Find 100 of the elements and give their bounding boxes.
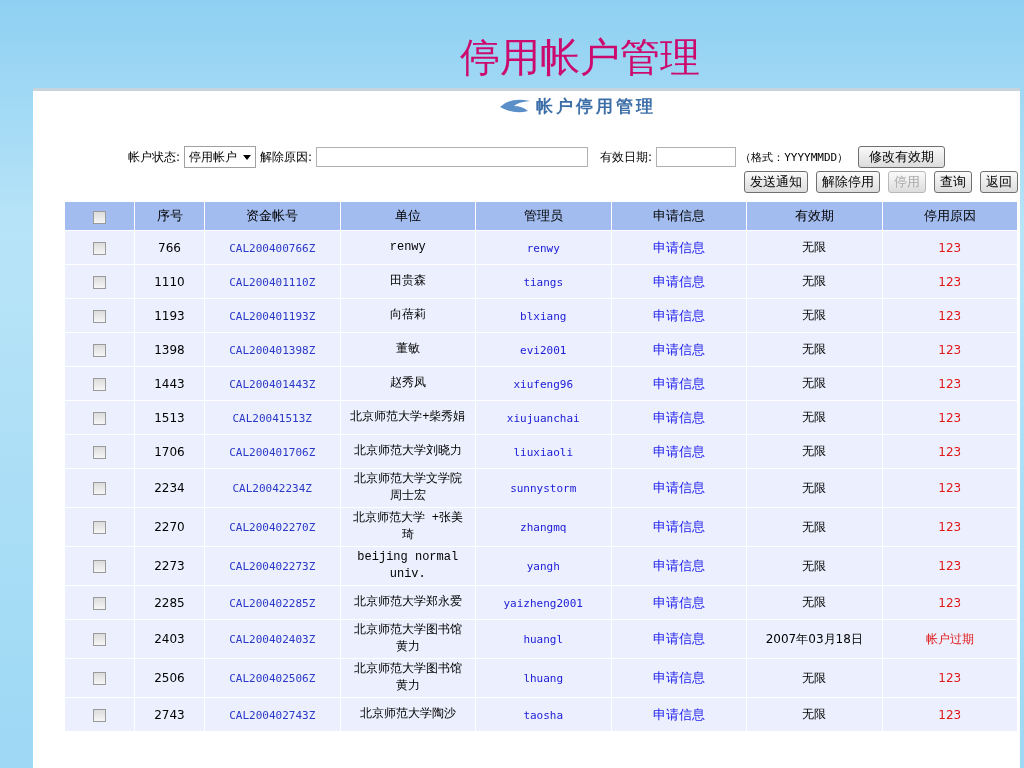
table-cell: 123 <box>938 410 962 425</box>
reason-label: 解除原因: <box>260 148 313 166</box>
column-header: 序号 <box>135 202 204 230</box>
table-cell-text: 北京师范大学图书馆黄力 <box>352 622 463 656</box>
column-header: 资金帐号 <box>205 202 340 230</box>
apply-info-link[interactable]: 申请信息 <box>652 443 705 459</box>
table-cell-text: 北京师范大学图书馆黄力 <box>352 661 463 695</box>
table-cell: 123 <box>938 274 962 289</box>
table-cell: 123 <box>938 481 962 495</box>
status-dropdown[interactable]: 停用帐户 <box>184 146 257 168</box>
admin-link[interactable]: liuxiaoli <box>513 445 574 459</box>
table-cell: 766 <box>158 240 181 255</box>
table-cell: 2273 <box>154 559 185 573</box>
apply-info-link[interactable]: 申请信息 <box>652 706 705 722</box>
table-cell: 1513 <box>154 410 185 425</box>
apply-info-link[interactable]: 申请信息 <box>652 341 705 357</box>
table-cell: 无限 <box>802 240 827 254</box>
column-header: 申请信息 <box>611 202 746 230</box>
table-cell-text: renwy <box>388 239 427 256</box>
table-cell: 123 <box>938 595 962 610</box>
table-cell-text: beijing normal univ. <box>356 549 460 583</box>
table-cell: 123 <box>938 308 962 323</box>
apply-info-link[interactable]: 申请信息 <box>652 375 705 391</box>
table-cell: 123 <box>938 520 962 534</box>
table-cell-text: 董敏 <box>394 341 421 358</box>
table-cell-text: 赵秀凤 <box>388 375 427 392</box>
apply-info-link[interactable]: 申请信息 <box>652 670 705 685</box>
slide-title: 停用帐户管理 <box>458 33 701 82</box>
action-button[interactable]: 返回 <box>980 171 1018 193</box>
table-cell: 2234 <box>154 481 185 495</box>
table-cell: 无限 <box>802 558 827 573</box>
table-cell: 1706 <box>154 444 185 459</box>
apply-info-link[interactable]: 申请信息 <box>652 239 705 255</box>
table-cell: 123 <box>938 444 962 459</box>
table-cell: 1193 <box>154 308 185 323</box>
table-cell: 无限 <box>802 670 827 685</box>
table-cell-text: 北京师范大学 +张美琦 <box>351 510 464 544</box>
table-cell: 北京师范大学+柴秀娟 <box>349 409 467 426</box>
admin-link[interactable]: zhangmq <box>520 521 567 534</box>
admin-link[interactable]: lhuang <box>523 672 564 685</box>
admin-link[interactable]: evi2001 <box>520 343 567 357</box>
apply-info-link[interactable]: 申请信息 <box>652 558 705 573</box>
action-button[interactable]: 解除停用 <box>816 171 880 193</box>
column-header: 单位 <box>340 202 475 230</box>
table-cell: 1110 <box>154 274 185 289</box>
action-button[interactable]: 发送通知 <box>744 171 808 193</box>
table-cell-text: 北京师范大学刘晓力 <box>352 443 463 460</box>
admin-link[interactable]: taosha <box>523 708 564 722</box>
table-cell: 123 <box>938 240 962 255</box>
table-cell: 123 <box>938 559 962 573</box>
column-header: 管理员 <box>476 202 611 230</box>
table-cell: 无限 <box>802 444 827 458</box>
table-cell: 无限 <box>802 595 827 609</box>
table-cell: 2285 <box>154 595 185 610</box>
admin-link[interactable]: tiangs <box>523 275 564 289</box>
apply-info-link[interactable]: 申请信息 <box>652 594 705 610</box>
table-cell: 2403 <box>154 632 185 646</box>
table-cell: 2506 <box>154 671 185 685</box>
apply-info-link[interactable]: 申请信息 <box>652 480 705 495</box>
table-cell-text: 北京师范大学文学院周士宏 <box>352 471 463 505</box>
column-header: 停用原因 <box>882 202 1017 230</box>
table-cell: 无限 <box>802 376 827 390</box>
table-cell: 无限 <box>802 480 827 495</box>
table-cell-text: 田贵森 <box>388 273 427 290</box>
table-cell: 123 <box>938 707 962 722</box>
table-cell: 无限 <box>802 342 827 356</box>
table-cell: 123 <box>938 376 962 391</box>
admin-link[interactable]: yangh <box>526 560 560 573</box>
table-cell: 无限 <box>802 707 827 721</box>
table-cell: 123 <box>938 342 962 357</box>
table-cell: 2007年03月18日 <box>765 631 863 646</box>
table-cell-text: 北京师范大学郑永爱 <box>352 594 463 611</box>
apply-info-link[interactable]: 申请信息 <box>652 409 705 425</box>
table-cell-text: 向蓓莉 <box>388 307 427 324</box>
table-cell: 无限 <box>802 274 827 288</box>
admin-link[interactable]: huangl <box>523 633 564 646</box>
apply-info-link[interactable]: 申请信息 <box>652 519 705 534</box>
admin-link[interactable]: blxiang <box>520 309 567 323</box>
apply-info-link[interactable]: 申请信息 <box>652 273 705 289</box>
action-button[interactable]: 查询 <box>934 171 972 193</box>
admin-link[interactable]: sunnystorm <box>510 482 577 495</box>
modify-validity-button[interactable]: 修改有效期 <box>858 146 946 168</box>
table-cell: 帐户过期 <box>925 631 974 646</box>
table-cell: 无限 <box>802 519 827 534</box>
admin-link[interactable]: xiufeng96 <box>513 377 574 391</box>
table-cell: 1398 <box>154 342 185 357</box>
table-cell: 2270 <box>154 520 185 534</box>
panel-title: 帐户停用管理 <box>535 94 656 118</box>
date-label: 有效日期: <box>600 148 653 166</box>
table-cell: 2743 <box>154 707 185 722</box>
admin-link[interactable]: renwy <box>526 241 560 255</box>
format-hint: （格式：YYYYMMDD） <box>740 149 849 165</box>
apply-info-link[interactable]: 申请信息 <box>652 631 705 646</box>
apply-info-link[interactable]: 申请信息 <box>652 307 705 323</box>
table-cell: 1443 <box>154 376 185 391</box>
table-cell-text: 北京师范大学陶沙 <box>358 706 457 723</box>
table-cell: 无限 <box>802 410 827 424</box>
table-cell: 123 <box>938 671 962 685</box>
column-header: 有效期 <box>747 202 882 230</box>
table-cell: 无限 <box>802 308 827 322</box>
